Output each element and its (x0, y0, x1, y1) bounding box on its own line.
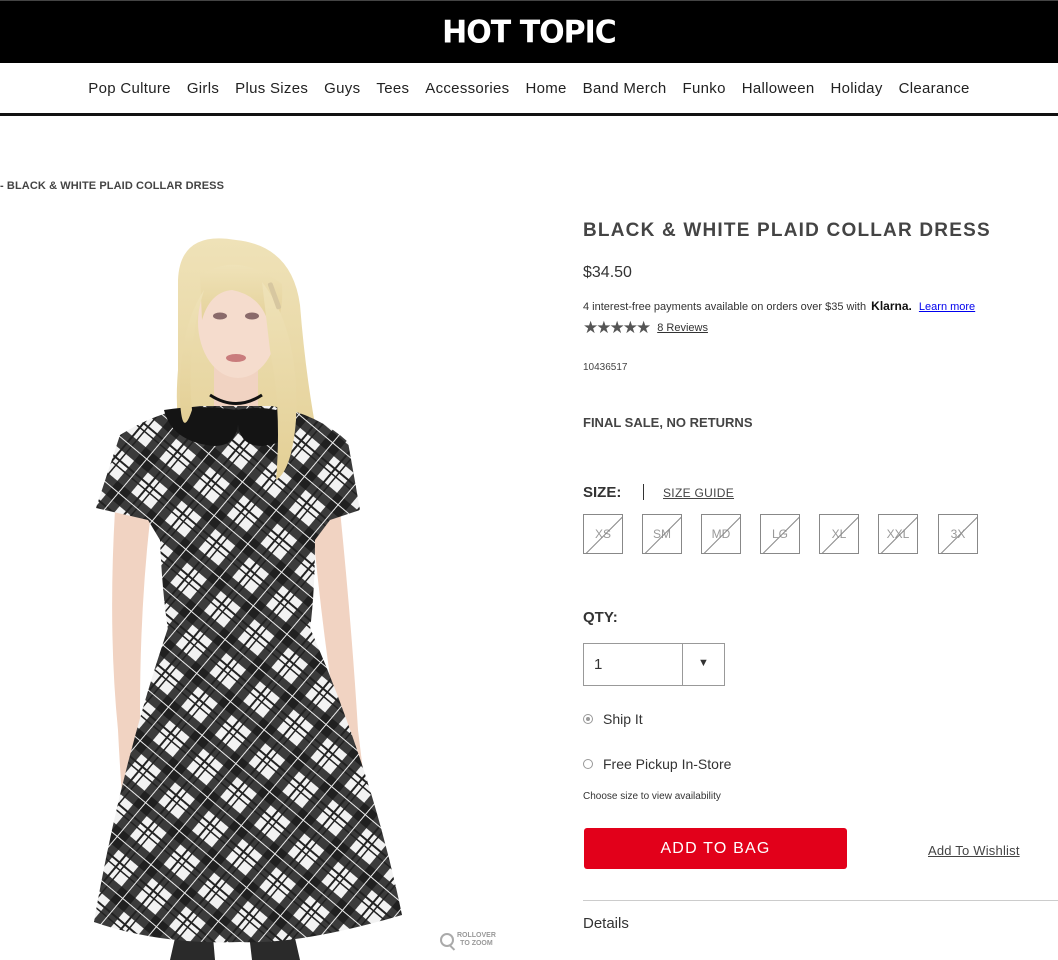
product-photo-svg (94, 238, 402, 960)
star-rating-icon[interactable]: ★★★★★ (583, 318, 651, 338)
magnifier-icon (440, 933, 454, 947)
qty-label: QTY: (583, 609, 618, 626)
size-divider (643, 484, 644, 500)
nav-plus-sizes[interactable]: Plus Sizes (235, 80, 308, 97)
final-sale-notice: FINAL SALE, NO RETURNS (583, 415, 753, 430)
nav-pop-culture[interactable]: Pop Culture (88, 80, 171, 97)
nav-holiday[interactable]: Holiday (831, 80, 883, 97)
hot-topic-logo[interactable]: HOT TOPIC (0, 1, 1058, 64)
size-option-3x[interactable]: 3X (938, 514, 978, 554)
ship-it-radio[interactable] (583, 714, 593, 724)
pickup-radio[interactable] (583, 759, 593, 769)
qty-select[interactable]: 1 ▼ (583, 643, 725, 686)
reviews-link[interactable]: 8 Reviews (657, 322, 708, 334)
main-nav: Pop Culture Girls Plus Sizes Guys Tees A… (0, 63, 1058, 116)
header-bar: HOT TOPIC (0, 0, 1058, 63)
nav-accessories[interactable]: Accessories (425, 80, 509, 97)
product-price: $34.50 (583, 264, 632, 281)
product-title: BLACK & WHITE PLAID COLLAR DRESS (583, 220, 991, 241)
details-heading[interactable]: Details (583, 915, 629, 932)
nav-home[interactable]: Home (525, 80, 566, 97)
size-option-lg[interactable]: LG (760, 514, 800, 554)
availability-note: Choose size to view availability (583, 791, 721, 802)
klarna-learn-more-link[interactable]: Learn more (919, 301, 975, 313)
divider (583, 900, 1058, 901)
product-rating: ★★★★★ 8 Reviews (583, 318, 708, 338)
size-option-xl[interactable]: XL (819, 514, 859, 554)
size-label: SIZE: (583, 484, 622, 501)
add-to-wishlist-link[interactable]: Add To Wishlist (928, 843, 1020, 858)
nav-tees[interactable]: Tees (376, 80, 409, 97)
pickup-option[interactable]: Free Pickup In-Store (583, 756, 731, 772)
klarna-message: 4 interest-free payments available on or… (583, 299, 976, 313)
size-option-xs[interactable]: XS (583, 514, 623, 554)
size-option-sm[interactable]: SM (642, 514, 682, 554)
product-image[interactable] (0, 210, 560, 960)
breadcrumb[interactable]: - BLACK & WHITE PLAID COLLAR DRESS (0, 180, 224, 192)
size-option-xxl[interactable]: XXL (878, 514, 918, 554)
product-sku: 10436517 (583, 362, 628, 373)
klarna-logo: Klarna. (871, 299, 912, 313)
nav-guys[interactable]: Guys (324, 80, 360, 97)
size-guide-link[interactable]: SIZE GUIDE (663, 486, 734, 500)
nav-halloween[interactable]: Halloween (742, 80, 815, 97)
qty-value: 1 (594, 656, 603, 673)
rollover-zoom-hint: ROLLOVER TO ZOOM (440, 932, 496, 948)
size-option-md[interactable]: MD (701, 514, 741, 554)
add-to-bag-button[interactable]: ADD TO BAG (584, 828, 847, 869)
ship-it-option[interactable]: Ship It (583, 711, 643, 727)
nav-funko[interactable]: Funko (683, 80, 726, 97)
nav-clearance[interactable]: Clearance (899, 80, 970, 97)
nav-girls[interactable]: Girls (187, 80, 219, 97)
chevron-down-icon[interactable]: ▼ (698, 657, 709, 669)
nav-band-merch[interactable]: Band Merch (583, 80, 667, 97)
